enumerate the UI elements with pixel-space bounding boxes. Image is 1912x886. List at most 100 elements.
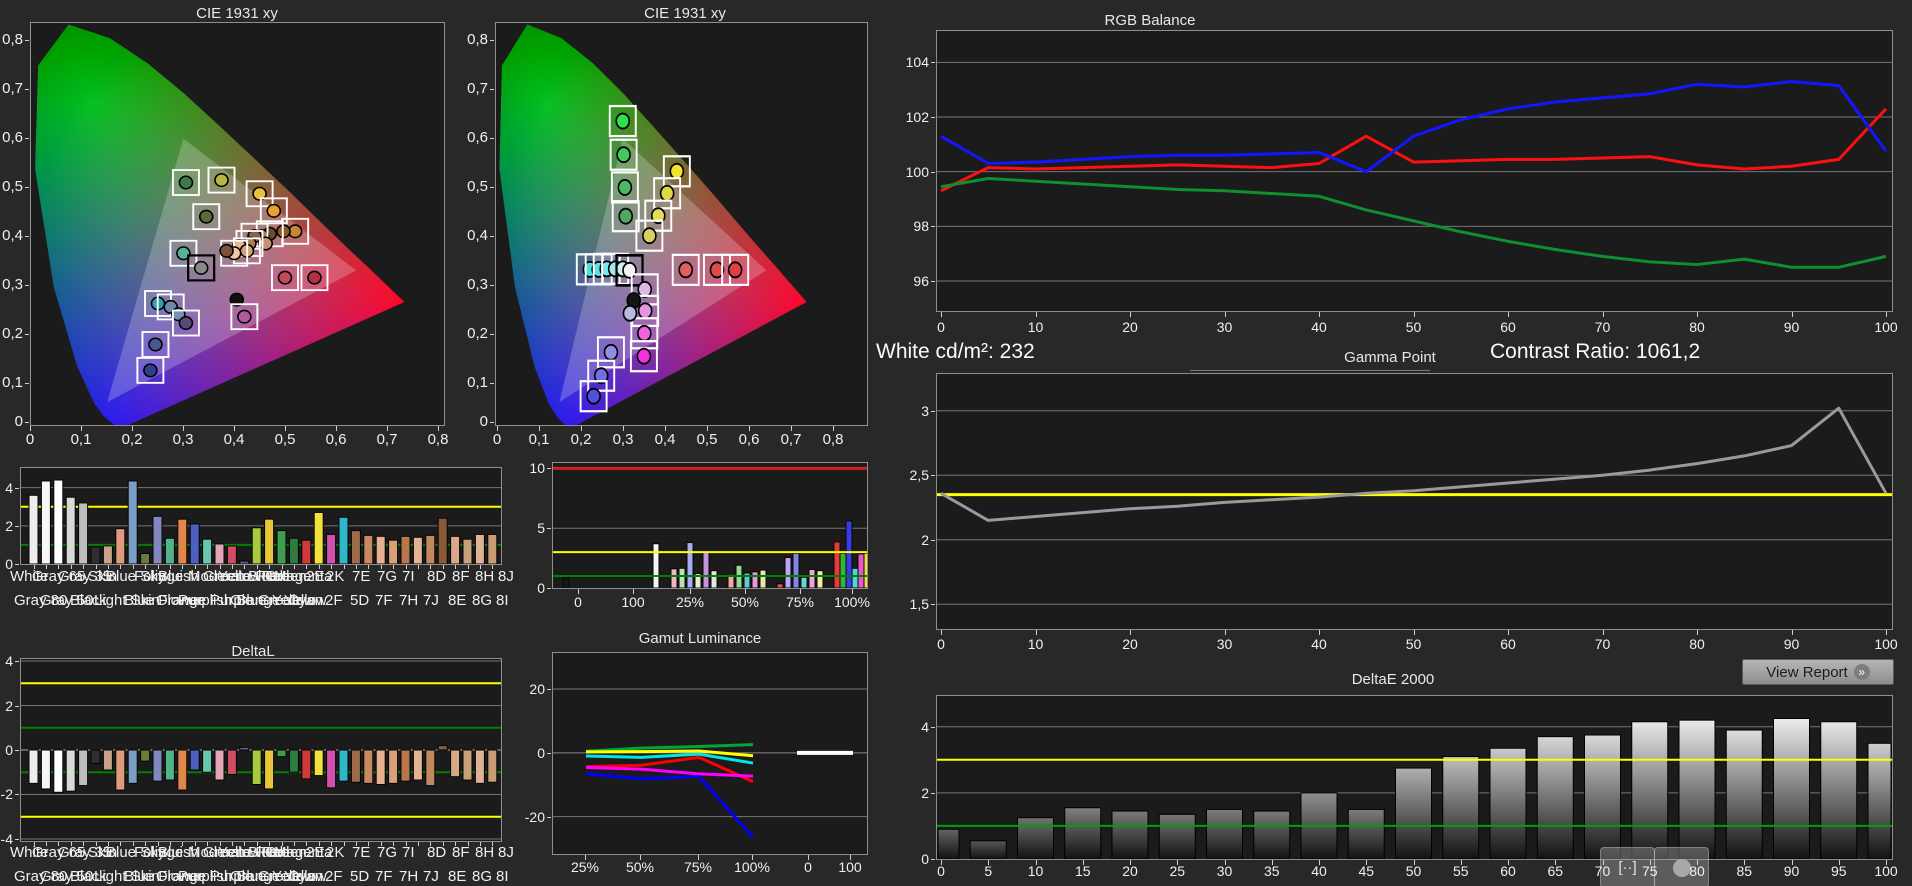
axis-tick	[480, 842, 481, 846]
tick-label: 0,6	[467, 130, 488, 145]
patch-label: 7G	[377, 845, 397, 860]
axis-tick	[640, 855, 641, 860]
patch-label: 8E	[448, 869, 466, 884]
tick-label: 100%	[734, 860, 770, 874]
tick-label: 0,4	[224, 432, 245, 447]
axis-tick	[120, 842, 121, 846]
tick-label: 0,8	[823, 432, 844, 447]
tick-label: 0,1	[467, 375, 488, 390]
tick-label: 0,6	[326, 432, 347, 447]
tick-label: 20	[1122, 320, 1138, 334]
axis-tick	[207, 842, 208, 846]
patch-label: Cyan	[288, 869, 323, 884]
axis-tick	[1697, 860, 1698, 865]
axis-tick	[257, 842, 258, 846]
tick-label: 0,4	[655, 432, 676, 447]
axis-tick	[15, 706, 19, 707]
axis-tick	[133, 842, 134, 846]
tick-label: 98	[913, 219, 929, 233]
tick-label: 25	[1169, 864, 1185, 878]
axis-tick	[71, 565, 72, 569]
axis-tick	[393, 565, 394, 569]
colorchecker-delta-e-chart	[20, 467, 502, 565]
tick-label: 100	[906, 165, 929, 179]
tick-label: 0,1	[2, 375, 23, 390]
tick-label: 90	[1784, 320, 1800, 334]
axis-tick	[490, 334, 494, 335]
patch-label: 8J	[498, 569, 514, 584]
axis-tick	[34, 842, 35, 846]
patch-label: 8I	[496, 869, 509, 884]
axis-tick	[1036, 312, 1037, 317]
tick-label: 1,5	[910, 597, 929, 611]
tick-label: 0,8	[428, 432, 449, 447]
axis-tick	[752, 855, 753, 860]
axis-tick	[25, 334, 29, 335]
axis-tick	[381, 842, 382, 846]
axis-tick	[1744, 860, 1745, 865]
axis-tick	[1886, 860, 1887, 865]
axis-tick	[988, 860, 989, 865]
patch-label: 2E	[306, 569, 324, 584]
axis-tick	[1555, 860, 1556, 865]
axis-tick	[96, 842, 97, 846]
gamut-luminance-title: Gamut Luminance	[639, 630, 762, 647]
patch-label: 5D	[350, 593, 369, 608]
axis-tick	[15, 750, 19, 751]
tick-label: -4	[1, 832, 13, 846]
axis-tick	[539, 426, 540, 431]
patch-label: 8I	[496, 593, 509, 608]
colorchecker-labels-row1: WhiteGray 65Gray 35SkinBlue SkyFoliageBl…	[8, 569, 528, 589]
axis-tick	[393, 842, 394, 846]
patch-label: 8G	[472, 593, 492, 608]
tick-label: 50%	[731, 595, 759, 609]
axis-tick	[1177, 860, 1178, 865]
axis-tick	[282, 565, 283, 569]
tick-label: 40	[1311, 637, 1327, 651]
axis-tick	[244, 565, 245, 569]
tick-label: 100	[1874, 864, 1897, 878]
tick-label: 96	[913, 274, 929, 288]
view-report-label: View Report	[1766, 664, 1847, 681]
axis-tick	[170, 565, 171, 569]
view-report-button[interactable]: View Report »	[1742, 659, 1894, 685]
axis-tick	[234, 426, 235, 431]
tick-label: 75%	[786, 595, 814, 609]
axis-tick	[443, 842, 444, 846]
axis-tick	[1225, 860, 1226, 865]
tick-label: 0	[921, 852, 929, 866]
tick-label: 20	[1122, 864, 1138, 878]
tick-label: 90	[1784, 864, 1800, 878]
axis-tick	[25, 383, 29, 384]
tick-label: 0,5	[697, 432, 718, 447]
axis-tick	[15, 839, 19, 840]
axis-tick	[808, 855, 809, 860]
axis-tick	[145, 842, 146, 846]
axis-tick	[1225, 630, 1226, 635]
contrast-ratio-readout: Contrast Ratio: 1061,2	[1490, 340, 1700, 364]
tick-label: 0,3	[613, 432, 634, 447]
axis-tick	[182, 842, 183, 846]
axis-tick	[791, 426, 792, 431]
axis-tick	[1792, 312, 1793, 317]
deltae2000-chart	[936, 695, 1893, 860]
axis-tick	[547, 689, 551, 690]
axis-tick	[1792, 630, 1793, 635]
patch-label: 7G	[377, 569, 397, 584]
tick-label: 0,3	[2, 277, 23, 292]
tick-label: 0,7	[2, 81, 23, 96]
tick-label: 10	[529, 461, 545, 475]
axis-tick	[232, 565, 233, 569]
axis-tick	[83, 565, 84, 569]
gamma-section-divider	[1190, 370, 1430, 371]
axis-tick	[1792, 860, 1793, 865]
axis-tick	[1603, 312, 1604, 317]
axis-tick	[850, 855, 851, 860]
tick-label: 25%	[676, 595, 704, 609]
axis-tick	[749, 426, 750, 431]
axis-tick	[707, 426, 708, 431]
axis-tick	[15, 564, 19, 565]
tick-label: 60	[1500, 864, 1516, 878]
axis-tick	[941, 312, 942, 317]
tick-label: 0,7	[467, 81, 488, 96]
